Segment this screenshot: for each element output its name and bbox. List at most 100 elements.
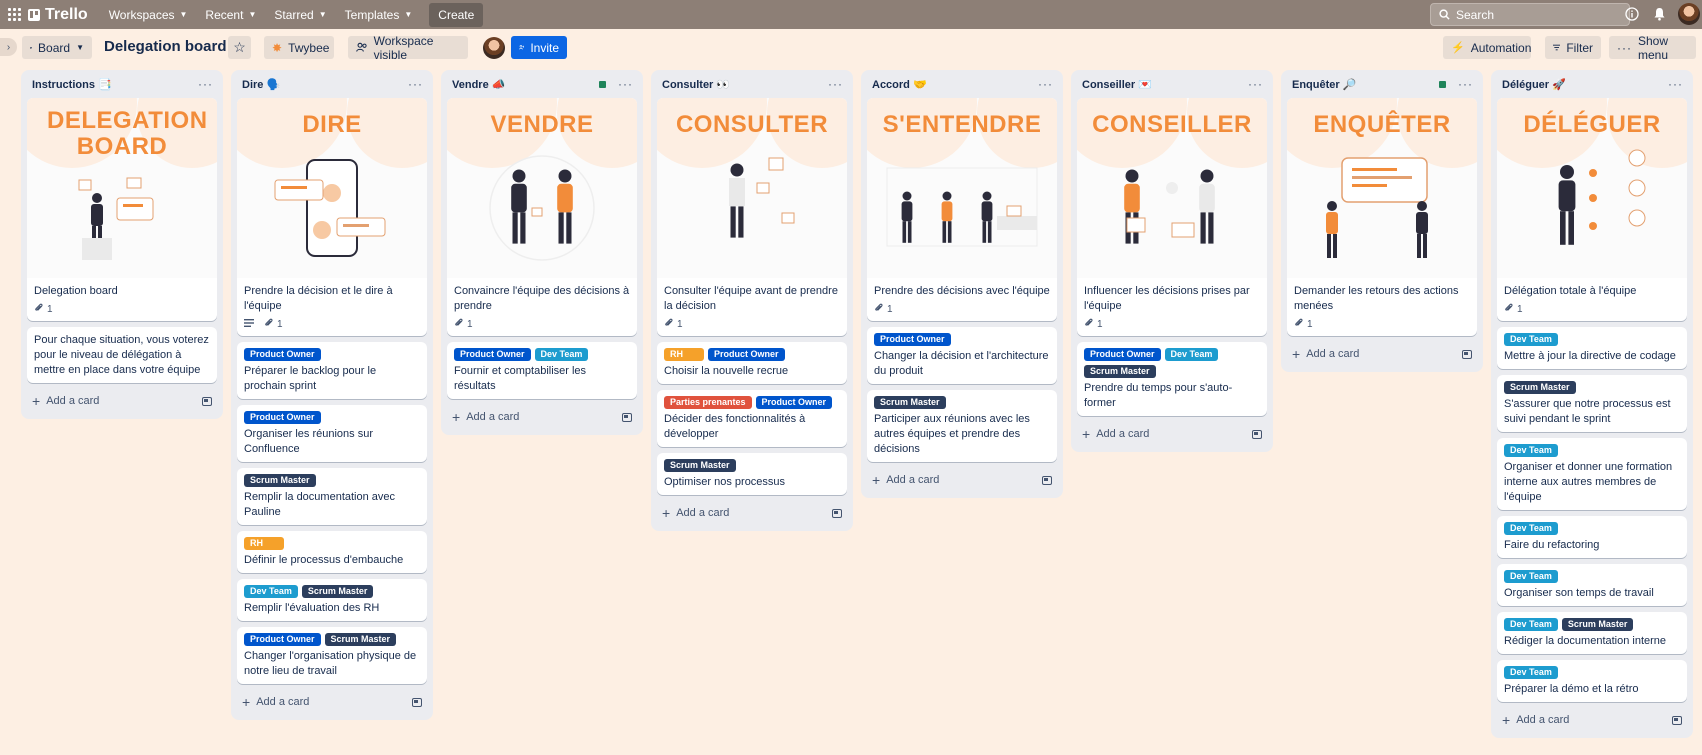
app-switcher-icon[interactable] <box>0 0 28 29</box>
card-label[interactable]: Product Owner <box>244 348 321 361</box>
add-card-button[interactable]: + Add a card <box>1287 342 1477 366</box>
card[interactable]: CONSULTER Consulter l'équipe avant de pr… <box>657 98 847 336</box>
card[interactable]: VENDRE Convaincre l'équipe des décisions… <box>447 98 637 336</box>
card-template-icon[interactable] <box>1042 475 1052 485</box>
star-board-button[interactable]: ☆ <box>228 36 251 59</box>
card[interactable]: CONSEILLER Influencer les décisions pris… <box>1077 98 1267 336</box>
card-template-icon[interactable] <box>832 508 842 518</box>
user-avatar[interactable] <box>1678 3 1700 25</box>
card[interactable]: RH Product Owner Choisir la nouvelle recru… <box>657 342 847 384</box>
card-label[interactable]: Dev Team <box>1504 618 1558 631</box>
list-menu-icon[interactable]: ··· <box>408 77 423 91</box>
card[interactable]: Dev Team Organiser son temps de travail <box>1497 564 1687 606</box>
card[interactable]: Dev Team Scrum Master Rédiger la documenta… <box>1497 612 1687 654</box>
card-label[interactable]: Scrum Master <box>324 633 397 646</box>
add-card-button[interactable]: + Add a card <box>27 389 217 413</box>
card-label[interactable]: Scrum Master <box>244 474 316 487</box>
card[interactable]: Parties prenantes Product Owner Décider de… <box>657 390 847 447</box>
add-card-button[interactable]: + Add a card <box>1497 708 1687 732</box>
add-card-button[interactable]: + Add a card <box>237 690 427 714</box>
card-label[interactable]: Product Owner <box>874 333 951 346</box>
card-label[interactable]: Product Owner <box>244 411 321 424</box>
card-template-icon[interactable] <box>1462 349 1472 359</box>
list-menu-icon[interactable]: ··· <box>1668 77 1683 91</box>
sidebar-expand-chevron-icon[interactable]: › <box>0 38 17 56</box>
card[interactable]: Product Owner Dev Team Fournir et comptabi… <box>447 342 637 399</box>
card-template-icon[interactable] <box>1672 715 1682 725</box>
card-label[interactable]: Dev Team <box>1504 666 1558 679</box>
card[interactable]: Scrum Master S'assurer que notre processu… <box>1497 375 1687 432</box>
card[interactable]: Dev Team Scrum Master Remplir l'évaluation… <box>237 579 427 621</box>
card-label[interactable]: RH <box>244 537 284 550</box>
list-title[interactable]: Instructions 📑 <box>32 78 198 91</box>
card[interactable]: Product Owner Changer la décision et l'ar… <box>867 327 1057 384</box>
card-label[interactable]: Product Owner <box>454 348 531 361</box>
card-label[interactable]: Scrum Master <box>1084 365 1156 378</box>
card[interactable]: Dev Team Mettre à jour la directive de co… <box>1497 327 1687 369</box>
card-template-icon[interactable] <box>622 412 632 422</box>
board-view-switcher[interactable]: Board ▼ <box>22 36 92 59</box>
recent-menu[interactable]: Recent ▼ <box>196 0 265 29</box>
card-label[interactable]: Scrum Master <box>1504 381 1576 394</box>
list-menu-icon[interactable]: ··· <box>198 77 213 91</box>
card[interactable]: Product Owner Organiser les réunions sur … <box>237 405 427 462</box>
card[interactable]: Pour chaque situation, vous voterez pour… <box>27 327 217 383</box>
list-menu-icon[interactable]: ··· <box>1038 77 1053 91</box>
card-label[interactable]: Product Owner <box>755 396 833 409</box>
member-avatar[interactable] <box>483 37 505 59</box>
card-label[interactable]: Scrum Master <box>301 585 374 598</box>
create-button[interactable]: Create <box>429 2 484 27</box>
card[interactable]: ENQUÊTER Demander les retours des action… <box>1287 98 1477 336</box>
card[interactable]: Dev Team Organiser et donner une formatio… <box>1497 438 1687 510</box>
card[interactable]: RH Définir le processus d'embauche <box>237 531 427 573</box>
card-label[interactable]: Product Owner <box>1084 348 1161 361</box>
list-title[interactable]: Enquêter 🔎 <box>1292 78 1439 91</box>
list-title[interactable]: Dire 🗣️ <box>242 78 408 91</box>
card-label[interactable]: Dev Team <box>1504 522 1558 535</box>
invite-button[interactable]: Invite <box>511 36 567 59</box>
search-input[interactable]: Search <box>1430 3 1630 26</box>
card[interactable]: DELEGATION BOARD Delegation board 1 <box>27 98 217 321</box>
workspaces-menu[interactable]: Workspaces ▼ <box>100 0 197 29</box>
card-label[interactable]: Dev Team <box>534 348 589 361</box>
workspace-button[interactable]: ✸ Twybee <box>264 36 334 59</box>
card[interactable]: Scrum Master Optimiser nos processus <box>657 453 847 495</box>
list-menu-icon[interactable]: ··· <box>1458 77 1473 91</box>
list-menu-icon[interactable]: ··· <box>1248 77 1263 91</box>
board-title[interactable]: Delegation board <box>104 38 227 55</box>
card-label[interactable]: Scrum Master <box>1561 618 1634 631</box>
card-label[interactable]: Dev Team <box>244 585 298 598</box>
card-label[interactable]: Dev Team <box>1504 570 1558 583</box>
card[interactable]: DIRE Prendre la décision et le dire à l'é… <box>237 98 427 336</box>
filter-button[interactable]: Filter <box>1545 36 1601 59</box>
add-card-button[interactable]: + Add a card <box>867 468 1057 492</box>
notifications-bell-icon[interactable] <box>1650 5 1668 23</box>
templates-menu[interactable]: Templates ▼ <box>336 0 422 29</box>
list-menu-icon[interactable]: ··· <box>618 77 633 91</box>
visibility-button[interactable]: Workspace visible <box>348 34 468 62</box>
card-label[interactable]: Parties prenantes <box>664 396 752 409</box>
card-label[interactable]: Dev Team <box>1504 444 1558 457</box>
information-icon[interactable] <box>1623 5 1641 23</box>
automation-button[interactable]: ⚡ Automation <box>1443 36 1531 59</box>
card-label[interactable]: Scrum Master <box>664 459 736 472</box>
list-title[interactable]: Vendre 📣 <box>452 78 599 91</box>
list-menu-icon[interactable]: ··· <box>828 77 843 91</box>
add-card-button[interactable]: + Add a card <box>1077 422 1267 446</box>
card[interactable]: Scrum Master Remplir la documentation ave… <box>237 468 427 525</box>
card-template-icon[interactable] <box>412 697 422 707</box>
card[interactable]: Scrum Master Participer aux réunions avec… <box>867 390 1057 462</box>
list-title[interactable]: Conseiller 💌 <box>1082 78 1248 91</box>
show-menu-button[interactable]: ··· Show menu <box>1609 34 1696 62</box>
card-label[interactable]: RH <box>664 348 704 361</box>
list-title[interactable]: Consulter 👀 <box>662 78 828 91</box>
trello-logo[interactable]: Trello <box>28 6 88 24</box>
add-card-button[interactable]: + Add a card <box>447 405 637 429</box>
card[interactable]: Product Owner Dev Team Scrum Master Prendre… <box>1077 342 1267 416</box>
add-card-button[interactable]: + Add a card <box>657 501 847 525</box>
list-title[interactable]: Déléguer 🚀 <box>1502 78 1668 91</box>
card-label[interactable]: Product Owner <box>244 633 321 646</box>
card[interactable]: Product Owner Préparer le backlog pour le… <box>237 342 427 399</box>
card[interactable]: Product Owner Scrum Master Changer l'organ… <box>237 627 427 684</box>
starred-menu[interactable]: Starred ▼ <box>265 0 335 29</box>
